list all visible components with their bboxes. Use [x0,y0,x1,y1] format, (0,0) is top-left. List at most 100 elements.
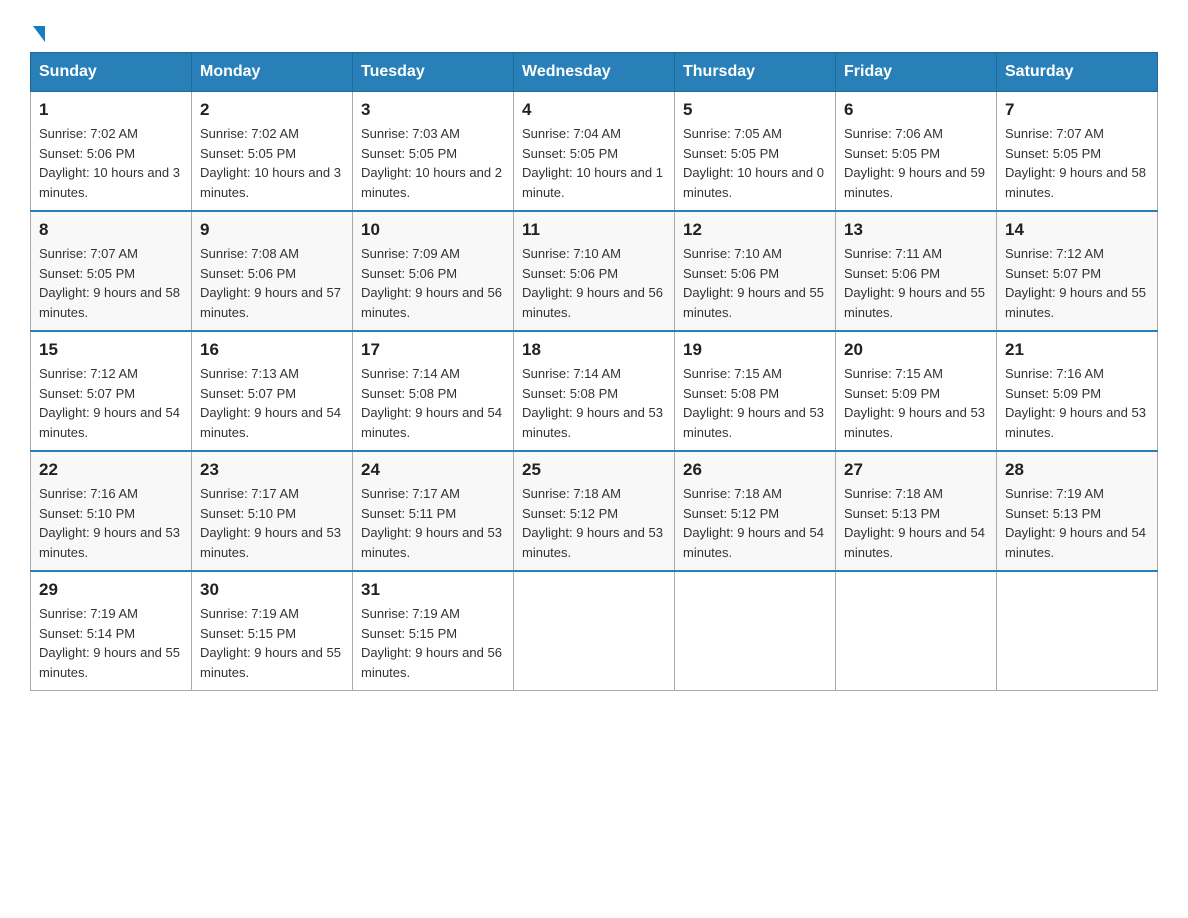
calendar-cell: 15 Sunrise: 7:12 AMSunset: 5:07 PMDayligh… [31,331,192,451]
day-info: Sunrise: 7:13 AMSunset: 5:07 PMDaylight:… [200,364,344,442]
calendar-cell: 6 Sunrise: 7:06 AMSunset: 5:05 PMDaylight… [836,92,997,212]
day-info: Sunrise: 7:18 AMSunset: 5:12 PMDaylight:… [683,484,827,562]
calendar-cell: 12 Sunrise: 7:10 AMSunset: 5:06 PMDayligh… [675,211,836,331]
day-info: Sunrise: 7:19 AMSunset: 5:15 PMDaylight:… [361,604,505,682]
day-number: 16 [200,340,344,360]
day-number: 23 [200,460,344,480]
calendar-cell: 22 Sunrise: 7:16 AMSunset: 5:10 PMDayligh… [31,451,192,571]
calendar-cell: 25 Sunrise: 7:18 AMSunset: 5:12 PMDayligh… [514,451,675,571]
weekday-header-wednesday: Wednesday [514,53,675,92]
day-info: Sunrise: 7:07 AMSunset: 5:05 PMDaylight:… [1005,124,1149,202]
day-info: Sunrise: 7:19 AMSunset: 5:14 PMDaylight:… [39,604,183,682]
day-info: Sunrise: 7:02 AMSunset: 5:05 PMDaylight:… [200,124,344,202]
weekday-header-thursday: Thursday [675,53,836,92]
day-info: Sunrise: 7:19 AMSunset: 5:15 PMDaylight:… [200,604,344,682]
day-info: Sunrise: 7:17 AMSunset: 5:11 PMDaylight:… [361,484,505,562]
day-number: 8 [39,220,183,240]
calendar-cell [836,571,997,691]
calendar-cell: 3 Sunrise: 7:03 AMSunset: 5:05 PMDaylight… [353,92,514,212]
day-info: Sunrise: 7:09 AMSunset: 5:06 PMDaylight:… [361,244,505,322]
page-header [30,20,1158,42]
day-info: Sunrise: 7:12 AMSunset: 5:07 PMDaylight:… [39,364,183,442]
day-number: 14 [1005,220,1149,240]
calendar-cell: 29 Sunrise: 7:19 AMSunset: 5:14 PMDayligh… [31,571,192,691]
weekday-header-saturday: Saturday [997,53,1158,92]
day-info: Sunrise: 7:08 AMSunset: 5:06 PMDaylight:… [200,244,344,322]
weekday-header-sunday: Sunday [31,53,192,92]
day-info: Sunrise: 7:15 AMSunset: 5:08 PMDaylight:… [683,364,827,442]
calendar-cell: 31 Sunrise: 7:19 AMSunset: 5:15 PMDayligh… [353,571,514,691]
calendar-cell: 14 Sunrise: 7:12 AMSunset: 5:07 PMDayligh… [997,211,1158,331]
calendar-cell: 9 Sunrise: 7:08 AMSunset: 5:06 PMDaylight… [192,211,353,331]
day-info: Sunrise: 7:05 AMSunset: 5:05 PMDaylight:… [683,124,827,202]
day-info: Sunrise: 7:12 AMSunset: 5:07 PMDaylight:… [1005,244,1149,322]
day-info: Sunrise: 7:10 AMSunset: 5:06 PMDaylight:… [522,244,666,322]
logo-arrow-icon [33,26,45,42]
calendar-cell: 2 Sunrise: 7:02 AMSunset: 5:05 PMDaylight… [192,92,353,212]
day-info: Sunrise: 7:03 AMSunset: 5:05 PMDaylight:… [361,124,505,202]
day-number: 22 [39,460,183,480]
calendar-cell [675,571,836,691]
day-number: 10 [361,220,505,240]
calendar-cell: 21 Sunrise: 7:16 AMSunset: 5:09 PMDayligh… [997,331,1158,451]
calendar-cell: 28 Sunrise: 7:19 AMSunset: 5:13 PMDayligh… [997,451,1158,571]
calendar-header-row: SundayMondayTuesdayWednesdayThursdayFrid… [31,53,1158,92]
day-number: 24 [361,460,505,480]
day-number: 5 [683,100,827,120]
calendar-cell: 5 Sunrise: 7:05 AMSunset: 5:05 PMDaylight… [675,92,836,212]
calendar-cell: 7Sunrise: 7:07 AMSunset: 5:05 PMDaylight… [997,92,1158,212]
calendar-cell: 18 Sunrise: 7:14 AMSunset: 5:08 PMDayligh… [514,331,675,451]
day-info: Sunrise: 7:06 AMSunset: 5:05 PMDaylight:… [844,124,988,202]
day-number: 25 [522,460,666,480]
day-number: 18 [522,340,666,360]
calendar-cell: 11 Sunrise: 7:10 AMSunset: 5:06 PMDayligh… [514,211,675,331]
day-number: 30 [200,580,344,600]
day-number: 29 [39,580,183,600]
calendar-cell: 17 Sunrise: 7:14 AMSunset: 5:08 PMDayligh… [353,331,514,451]
day-info: Sunrise: 7:18 AMSunset: 5:12 PMDaylight:… [522,484,666,562]
day-info: Sunrise: 7:10 AMSunset: 5:06 PMDaylight:… [683,244,827,322]
calendar-week-row: 1Sunrise: 7:02 AMSunset: 5:06 PMDaylight… [31,92,1158,212]
weekday-header-friday: Friday [836,53,997,92]
day-number: 12 [683,220,827,240]
day-number: 21 [1005,340,1149,360]
day-info: Sunrise: 7:11 AMSunset: 5:06 PMDaylight:… [844,244,988,322]
calendar-cell: 10 Sunrise: 7:09 AMSunset: 5:06 PMDayligh… [353,211,514,331]
day-number: 13 [844,220,988,240]
calendar-cell [514,571,675,691]
calendar-cell: 8 Sunrise: 7:07 AMSunset: 5:05 PMDaylight… [31,211,192,331]
day-number: 2 [200,100,344,120]
day-info: Sunrise: 7:14 AMSunset: 5:08 PMDaylight:… [522,364,666,442]
day-info: Sunrise: 7:17 AMSunset: 5:10 PMDaylight:… [200,484,344,562]
day-info: Sunrise: 7:16 AMSunset: 5:10 PMDaylight:… [39,484,183,562]
calendar-week-row: 15 Sunrise: 7:12 AMSunset: 5:07 PMDayligh… [31,331,1158,451]
day-info: Sunrise: 7:14 AMSunset: 5:08 PMDaylight:… [361,364,505,442]
calendar-cell: 27Sunrise: 7:18 AMSunset: 5:13 PMDayligh… [836,451,997,571]
logo [30,20,45,42]
day-number: 26 [683,460,827,480]
day-number: 20 [844,340,988,360]
calendar-cell: 23 Sunrise: 7:17 AMSunset: 5:10 PMDayligh… [192,451,353,571]
day-number: 4 [522,100,666,120]
day-info: Sunrise: 7:04 AMSunset: 5:05 PMDaylight:… [522,124,666,202]
calendar-cell: 16 Sunrise: 7:13 AMSunset: 5:07 PMDayligh… [192,331,353,451]
day-info: Sunrise: 7:07 AMSunset: 5:05 PMDaylight:… [39,244,183,322]
calendar-cell: 19Sunrise: 7:15 AMSunset: 5:08 PMDayligh… [675,331,836,451]
calendar-cell: 30 Sunrise: 7:19 AMSunset: 5:15 PMDayligh… [192,571,353,691]
day-number: 3 [361,100,505,120]
calendar-cell: 20 Sunrise: 7:15 AMSunset: 5:09 PMDayligh… [836,331,997,451]
day-number: 11 [522,220,666,240]
calendar-cell: 4 Sunrise: 7:04 AMSunset: 5:05 PMDaylight… [514,92,675,212]
day-number: 17 [361,340,505,360]
day-number: 9 [200,220,344,240]
calendar-cell [997,571,1158,691]
day-info: Sunrise: 7:15 AMSunset: 5:09 PMDaylight:… [844,364,988,442]
day-number: 31 [361,580,505,600]
day-number: 28 [1005,460,1149,480]
day-number: 6 [844,100,988,120]
calendar-table: SundayMondayTuesdayWednesdayThursdayFrid… [30,52,1158,691]
day-info: Sunrise: 7:16 AMSunset: 5:09 PMDaylight:… [1005,364,1149,442]
day-number: 15 [39,340,183,360]
day-info: Sunrise: 7:19 AMSunset: 5:13 PMDaylight:… [1005,484,1149,562]
day-number: 27 [844,460,988,480]
